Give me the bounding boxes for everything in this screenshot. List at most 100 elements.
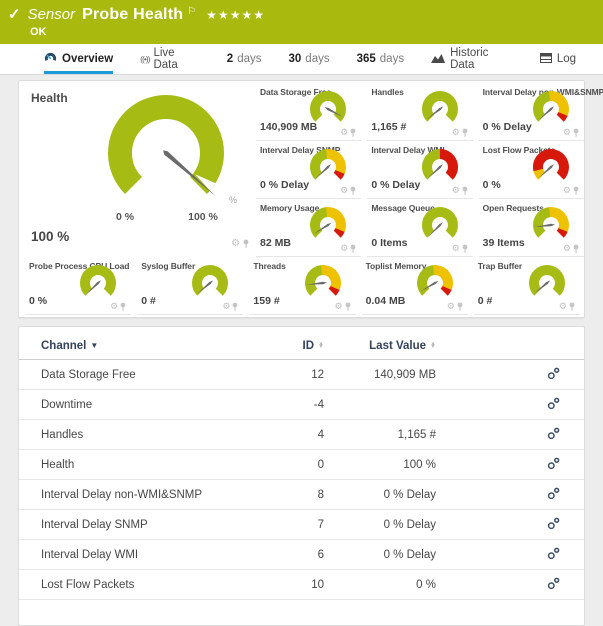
channel-settings-icon[interactable]: [547, 487, 560, 500]
gauge-cell-actions: ⚙: [452, 128, 468, 137]
channel-settings-icon[interactable]: [547, 367, 560, 380]
table-row[interactable]: Data Storage Free 12140,909 MB: [19, 360, 584, 390]
pin-icon[interactable]: [232, 302, 238, 311]
pin-icon[interactable]: [120, 302, 126, 311]
gear-icon[interactable]: ⚙: [340, 244, 348, 253]
pin-icon[interactable]: [243, 235, 249, 253]
pin-icon[interactable]: [350, 244, 356, 253]
health-value: 100 %: [31, 229, 69, 244]
column-header-last-value[interactable]: Last Value▲▼: [325, 333, 437, 360]
tab-30-days[interactable]: 30days: [289, 44, 330, 74]
gauge-cell-actions: ⚙: [340, 244, 356, 253]
gear-icon[interactable]: ⚙: [231, 239, 240, 249]
pin-icon[interactable]: [243, 239, 249, 248]
channel-settings-icon[interactable]: [547, 547, 560, 560]
gauge-cell[interactable]: Trap Buffer0 #⚙: [474, 257, 580, 315]
pin-icon[interactable]: [573, 244, 579, 253]
gauge-cell[interactable]: Data Storage Free140,909 MB⚙: [256, 83, 361, 141]
gauge-cell[interactable]: Probe Process CPU Load0 %⚙: [25, 257, 131, 315]
priority-stars[interactable]: ★★★★★: [206, 8, 265, 22]
channel-id: 12: [253, 360, 325, 390]
gear-icon[interactable]: ⚙: [340, 128, 348, 137]
gauge-cell-actions: ⚙: [559, 302, 575, 311]
column-header-channel[interactable]: Channel ▼: [19, 333, 253, 360]
flag-icon[interactable]: ⚐: [187, 6, 196, 17]
overview-gauge-icon: [44, 52, 57, 67]
table-row[interactable]: Downtime-4: [19, 390, 584, 420]
channel-settings-icon[interactable]: [547, 517, 560, 530]
pin-icon[interactable]: [350, 186, 356, 195]
table-row[interactable]: Interval Delay non-WMI&SNMP80 % Delay: [19, 480, 584, 510]
pin-icon[interactable]: [462, 186, 468, 195]
pin-icon[interactable]: [457, 302, 463, 311]
gauge-cell[interactable]: Threads159 #⚙: [249, 257, 355, 315]
gauge-cell[interactable]: Interval Delay WMI0 % Delay⚙: [367, 141, 472, 199]
channel-name: Interval Delay non-WMI&SNMP: [41, 489, 202, 501]
pin-icon[interactable]: [462, 128, 468, 137]
tab-label: days: [305, 53, 329, 65]
channel-settings-icon[interactable]: [547, 457, 560, 470]
tab-log[interactable]: Log: [540, 44, 576, 74]
tab-365-days[interactable]: 365days: [357, 44, 404, 74]
channel-settings-icon[interactable]: [547, 577, 560, 590]
gauge-cell[interactable]: Handles1,165 #⚙: [367, 83, 472, 141]
pin-icon[interactable]: [569, 302, 575, 311]
pin-icon[interactable]: [462, 244, 468, 253]
table-row[interactable]: Interval Delay WMI60 % Delay: [19, 540, 584, 570]
gauge-cell-actions: ⚙: [452, 244, 468, 253]
tab-overview[interactable]: Overview: [44, 44, 113, 74]
table-row[interactable]: Lost Flow Packets100 %: [19, 570, 584, 600]
channel-id: 4: [253, 420, 325, 450]
gear-icon[interactable]: ⚙: [222, 302, 230, 311]
health-gauge-cell[interactable]: Health % 0 % 100 % 100 % ⚙: [21, 83, 257, 255]
gauge: [305, 148, 351, 184]
gear-icon[interactable]: ⚙: [110, 302, 118, 311]
table-row[interactable]: Interval Delay SNMP70 % Delay: [19, 510, 584, 540]
gear-icon[interactable]: ⚙: [563, 128, 571, 137]
gear-icon[interactable]: ⚙: [559, 302, 567, 311]
channel-header-label: Channel: [41, 340, 86, 352]
gauge-grid: Data Storage Free140,909 MB⚙Handles1,165…: [256, 83, 584, 257]
pin-icon[interactable]: [345, 302, 351, 311]
channel-table-body: Data Storage Free12140,909 MBDowntime-4H…: [19, 360, 584, 600]
gauge-value: 82 MB: [260, 237, 291, 249]
health-unit-label: %: [229, 195, 237, 205]
gauge-cell[interactable]: Memory Usage82 MB⚙: [256, 199, 361, 257]
tab-live-data[interactable]: ((•))Live Data: [140, 44, 200, 74]
gauge-cell[interactable]: Lost Flow Packets0 %⚙: [479, 141, 584, 199]
gauge-cell[interactable]: Message Queue0 Items⚙: [367, 199, 472, 257]
channel-last-value: 0 %: [325, 570, 437, 600]
column-header-id[interactable]: ID▲▼: [253, 333, 325, 360]
table-row[interactable]: Health0100 %: [19, 450, 584, 480]
gear-icon[interactable]: ⚙: [452, 244, 460, 253]
tab-historic-data[interactable]: Historic Data: [431, 44, 513, 74]
gear-icon[interactable]: ⚙: [452, 128, 460, 137]
gear-icon[interactable]: ⚙: [340, 186, 348, 195]
gauge-cell[interactable]: Syslog Buffer0 #⚙: [137, 257, 243, 315]
pin-icon[interactable]: [573, 186, 579, 195]
gauge: [75, 264, 121, 300]
tab-label: Log: [557, 53, 576, 65]
channel-name: Data Storage Free: [41, 369, 136, 381]
gear-icon[interactable]: ⚙: [335, 302, 343, 311]
tab-2-days[interactable]: 2days: [227, 44, 262, 74]
channel-last-value: 140,909 MB: [325, 360, 437, 390]
gauge-cell[interactable]: Open Requests39 Items⚙: [479, 199, 584, 257]
gauge-cell[interactable]: Interval Delay non-WMI&SNMP0 % Delay⚙: [479, 83, 584, 141]
pin-icon[interactable]: [350, 128, 356, 137]
channel-settings-icon[interactable]: [547, 397, 560, 410]
sort-caret-icon: ▼: [90, 341, 98, 350]
gear-icon[interactable]: ⚙: [452, 186, 460, 195]
historic-data-icon: [431, 53, 445, 66]
gear-icon[interactable]: ⚙: [563, 186, 571, 195]
channel-settings-icon[interactable]: [547, 427, 560, 440]
gear-icon[interactable]: ⚙: [563, 244, 571, 253]
table-row[interactable]: Handles41,165 #: [19, 420, 584, 450]
gauge-cell[interactable]: Interval Delay SNMP0 % Delay⚙: [256, 141, 361, 199]
gauge-value: 1,165 #: [371, 121, 406, 133]
channel-last-value: 0 % Delay: [325, 480, 437, 510]
pin-icon[interactable]: [573, 128, 579, 137]
gear-icon[interactable]: ⚙: [447, 302, 455, 311]
gauge-value: 0 #: [478, 295, 493, 307]
gauge-cell[interactable]: Toplist Memory0.04 MB⚙: [362, 257, 468, 315]
